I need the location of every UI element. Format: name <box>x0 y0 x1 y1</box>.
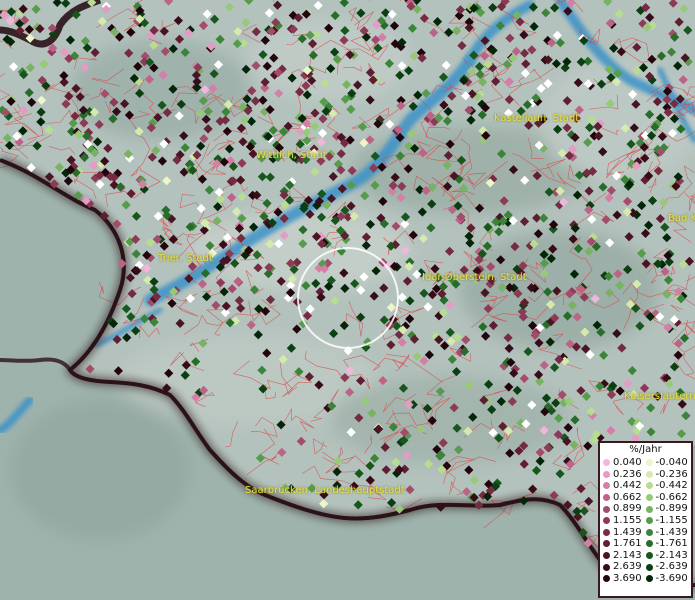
legend-value: -2.639 <box>655 561 688 573</box>
legend-swatch <box>603 575 610 583</box>
legend-swatch <box>645 517 653 525</box>
legend-value: -0.899 <box>655 503 688 515</box>
legend-swatch <box>603 563 610 571</box>
legend-value: -0.662 <box>655 491 688 503</box>
legend-value: 0.662 <box>613 491 642 503</box>
legend-value: 0.236 <box>613 468 642 480</box>
legend-swatch <box>645 470 653 478</box>
map-legend: %/Jahr 0.040 -0.040 0.236 -0.236 0.442 -0.442… <box>598 441 693 598</box>
legend-entry-positive: 0.662 <box>603 492 646 504</box>
legend-entry-positive: 0.236 <box>603 469 646 481</box>
legend-entry-negative: -1.155 <box>645 514 689 527</box>
legend-value: -0.442 <box>655 480 688 492</box>
legend-entries: 0.040 -0.040 0.236 -0.236 0.442 -0.442 0.662 -0… <box>600 457 691 585</box>
city-label-bad: Bad K <box>668 213 695 224</box>
legend-swatch <box>645 482 653 490</box>
legend-value: 1.761 <box>613 538 642 550</box>
legend-entry-positive: 0.040 <box>603 457 646 469</box>
legend-swatch <box>645 505 653 513</box>
legend-title: %/Jahr <box>629 444 662 455</box>
legend-swatch <box>603 470 610 478</box>
legend-value: -1.761 <box>655 538 688 550</box>
legend-entry-negative: -0.236 <box>645 468 689 481</box>
city-label-trier: Trier, Stadt <box>158 253 213 264</box>
legend-value: -0.236 <box>655 468 688 480</box>
legend-entry-positive: 3.690 <box>603 573 646 585</box>
legend-swatch <box>645 563 653 571</box>
legend-value: -1.155 <box>655 514 688 526</box>
legend-entry-positive: 1.761 <box>603 538 646 550</box>
legend-entry-positive: 1.439 <box>603 527 646 539</box>
legend-value: -0.040 <box>655 457 688 468</box>
legend-entry-negative: -3.690 <box>645 572 689 585</box>
legend-value: 1.155 <box>613 514 642 526</box>
legend-swatch <box>645 459 653 467</box>
legend-entry-positive: 0.442 <box>603 480 646 492</box>
legend-value: 0.442 <box>613 480 642 492</box>
legend-swatch <box>603 528 610 536</box>
map-canvas[interactable] <box>0 0 695 600</box>
legend-swatch <box>603 482 610 490</box>
legend-entry-negative: -0.442 <box>645 480 689 492</box>
legend-value: 0.899 <box>613 503 642 515</box>
legend-entry-positive: 1.155 <box>603 515 646 527</box>
legend-swatch <box>645 494 653 502</box>
legend-swatch <box>645 575 653 583</box>
legend-swatch <box>603 459 610 467</box>
legend-swatch <box>603 552 610 560</box>
legend-entry-negative: -0.899 <box>645 503 689 515</box>
legend-value: -3.690 <box>655 572 688 584</box>
legend-swatch <box>603 540 610 548</box>
legend-value: 3.690 <box>613 572 642 584</box>
city-label-kastellaun: Kastellaun, Stadt <box>494 113 580 124</box>
legend-swatch <box>603 517 610 525</box>
legend-value: 2.639 <box>613 561 642 573</box>
city-label-wittlich: Wittlich, Stadt <box>256 150 327 161</box>
legend-entry-positive: 2.639 <box>603 561 646 573</box>
legend-entry-negative: -0.662 <box>645 491 689 504</box>
legend-value: 2.143 <box>613 549 642 561</box>
legend-value: 0.040 <box>613 457 642 468</box>
legend-swatch <box>645 528 653 536</box>
legend-value: -2.143 <box>655 549 688 561</box>
legend-entry-negative: -0.040 <box>645 457 689 469</box>
legend-value: 1.439 <box>613 526 642 538</box>
legend-entry-negative: -1.761 <box>645 538 689 550</box>
city-label-idar-oberstein: Idar-Oberstein, Stadt <box>422 272 527 283</box>
legend-entry-negative: -1.439 <box>645 526 689 539</box>
legend-swatch <box>603 505 610 513</box>
legend-swatch <box>603 494 610 502</box>
legend-swatch <box>645 540 653 548</box>
legend-entry-negative: -2.143 <box>645 549 689 562</box>
legend-entry-positive: 2.143 <box>603 550 646 562</box>
legend-swatch <box>645 552 653 560</box>
legend-entry-negative: -2.639 <box>645 561 689 573</box>
city-label-kaiserslautern: Kaiserslautern <box>624 391 695 402</box>
legend-value: -1.439 <box>655 526 688 538</box>
legend-entry-positive: 0.899 <box>603 503 646 515</box>
city-label-saarbruecken: Saarbrücken, Landeshauptstadt <box>245 485 405 496</box>
